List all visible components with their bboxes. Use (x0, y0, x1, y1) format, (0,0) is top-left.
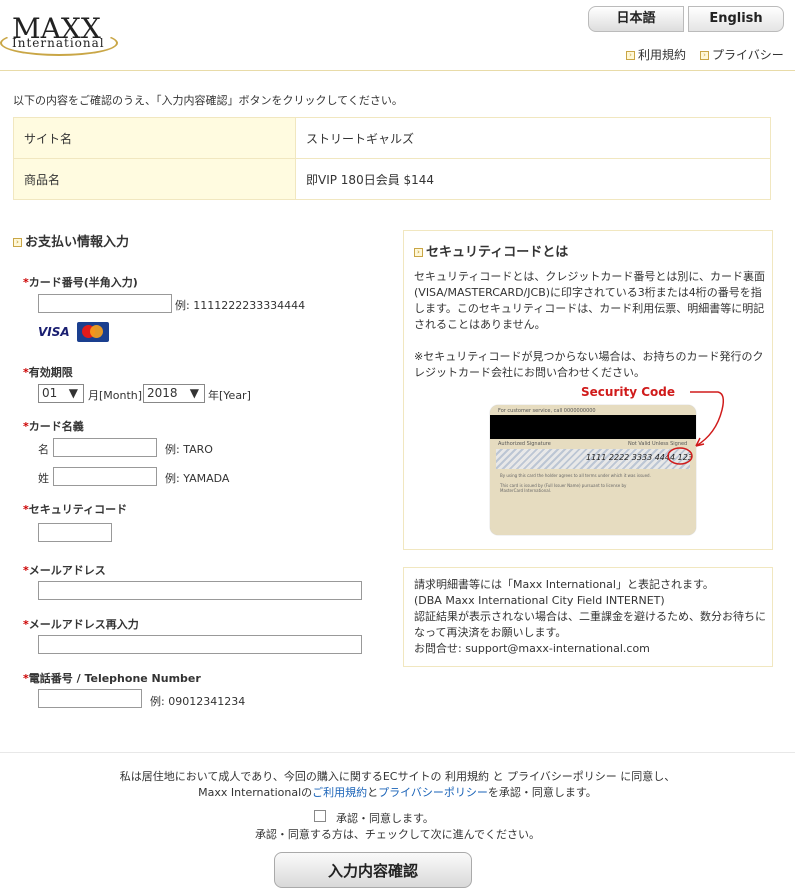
email-input[interactable] (38, 581, 362, 600)
billing-line-1: 請求明細書等には「Maxx International」と表記されます。 (414, 578, 714, 591)
bullet-icon: › (13, 238, 22, 247)
phone-example: 例: 09012341234 (150, 695, 246, 708)
email-confirm-label: *メールアドレス再入力 (23, 618, 139, 631)
bullet-icon: › (700, 51, 709, 60)
chevron-down-icon: ▼ (189, 386, 199, 400)
confirm-input-button[interactable]: 入力内容確認 (274, 852, 472, 888)
bottom-divider (0, 752, 795, 753)
payment-section-title: › お支払い情報入力 (13, 231, 129, 250)
month-unit: 月[Month] (88, 389, 143, 402)
billing-info-panel: 請求明細書等には「Maxx International」と表記されます。 (DB… (403, 567, 773, 667)
billing-line-3: 認証結果が表示されない場合は、二重課金を避けるため、数分お待ちになって再決済をお… (414, 610, 766, 639)
email-confirm-input[interactable] (38, 635, 362, 654)
lang-japanese-button[interactable]: 日本語 (588, 6, 684, 32)
expiry-year-select[interactable]: 2018 ▼ (143, 384, 205, 403)
site-name-label: サイト名 (13, 117, 296, 159)
year-unit: 年[Year] (208, 389, 251, 402)
billing-contact: お問合せ: support@maxx-international.com (414, 642, 650, 655)
product-name-value: 即VIP 180日会員 $144 (295, 158, 771, 200)
agreement-note: 承認・同意する方は、チェックして次に進んでください。 (254, 828, 541, 841)
agree-checkbox[interactable] (314, 810, 326, 822)
chevron-down-icon: ▼ (68, 386, 78, 400)
agreement-prefix: Maxx Internationalの (198, 786, 313, 799)
billing-line-2: (DBA Maxx International City Field INTER… (414, 594, 665, 607)
security-panel-title: › セキュリティコードとは (414, 241, 568, 260)
agreement-suffix: を承認・同意します。 (487, 786, 597, 799)
month-value: 01 (42, 386, 58, 400)
card-top-text: For customer service, call 0000000000 (498, 408, 596, 414)
visa-icon: VISA (38, 325, 70, 339)
card-number-example: 例: 1111222233334444 (175, 299, 306, 312)
expiry-label: *有効期限 (23, 366, 73, 379)
agreement-line-1: 私は居住地において成人であり、今回の購入に関するECサイトの 利用規約 と プラ… (119, 770, 676, 783)
callout-arrow-icon (667, 391, 725, 465)
agreement-line-2: Maxx Internationalのご利用規約とプライバシーポリシーを承認・同… (0, 784, 795, 800)
card-signature-label: Authorized Signature (498, 441, 551, 447)
last-name-example: 例: YAMADA (165, 472, 230, 485)
table-row: サイト名 ストリートギャルズ (13, 117, 771, 159)
payment-title-text: お支払い情報入力 (25, 235, 130, 250)
privacy-link-label[interactable]: プライバシー (712, 48, 784, 62)
last-name-label: 姓 (38, 472, 49, 485)
security-code-label: *セキュリティコード (23, 503, 128, 516)
security-panel-text: セキュリティコードとは、クレジットカード番号とは別に、カード裏面(VISA/MA… (414, 270, 766, 331)
table-row: 商品名 即VIP 180日会員 $144 (13, 158, 771, 200)
product-name-label: 商品名 (13, 158, 296, 200)
order-info-table: サイト名 ストリートギャルズ 商品名 即VIP 180日会員 $144 (13, 117, 771, 200)
privacy-policy-link[interactable]: プライバシーポリシー (378, 786, 488, 799)
security-panel-note: ※セキュリティコードが見つからない場合は、お持ちのカード発行のクレジットカード会… (414, 350, 764, 379)
header-divider (0, 70, 795, 71)
bullet-icon: › (414, 248, 423, 257)
mastercard-icon (77, 322, 109, 342)
expiry-month-select[interactable]: 01 ▼ (38, 384, 84, 403)
card-fine-print-1: By using this card the holder agrees to … (500, 473, 651, 478)
intro-text: 以下の内容をご確認のうえ、「入力内容確認」ボタンをクリックしてください。 (13, 94, 403, 107)
agree-checkbox-label[interactable]: 承認・同意します。 (336, 810, 434, 826)
last-name-input[interactable] (53, 467, 157, 486)
card-number-label: *カード番号(半角入力) (23, 276, 138, 289)
phone-input[interactable] (38, 689, 142, 708)
logo-sub-text: International (12, 36, 105, 50)
security-code-input[interactable] (38, 523, 112, 542)
bullet-icon: › (626, 51, 635, 60)
agreement-conjunction: と (367, 786, 379, 799)
first-name-example: 例: TARO (165, 443, 213, 456)
year-value: 2018 (147, 386, 178, 400)
cardholder-label: *カード名義 (23, 420, 84, 433)
terms-link-label[interactable]: 利用規約 (638, 48, 686, 62)
privacy-link[interactable]: › プライバシー (700, 46, 784, 63)
email-label: *メールアドレス (23, 564, 106, 577)
terms-link[interactable]: › 利用規約 (626, 46, 686, 63)
terms-of-use-link[interactable]: ご利用規約 (312, 786, 367, 799)
first-name-input[interactable] (53, 438, 157, 457)
card-fine-print-2: This card is issued by (Full Issuer Name… (500, 483, 627, 493)
lang-english-button[interactable]: English (688, 6, 784, 32)
maxx-logo: MAXX International (0, 8, 120, 56)
site-name-value: ストリートギャルズ (295, 117, 771, 159)
card-number-input[interactable] (38, 294, 172, 313)
first-name-label: 名 (38, 443, 49, 456)
phone-label: *電話番号 / Telephone Number (23, 672, 201, 685)
